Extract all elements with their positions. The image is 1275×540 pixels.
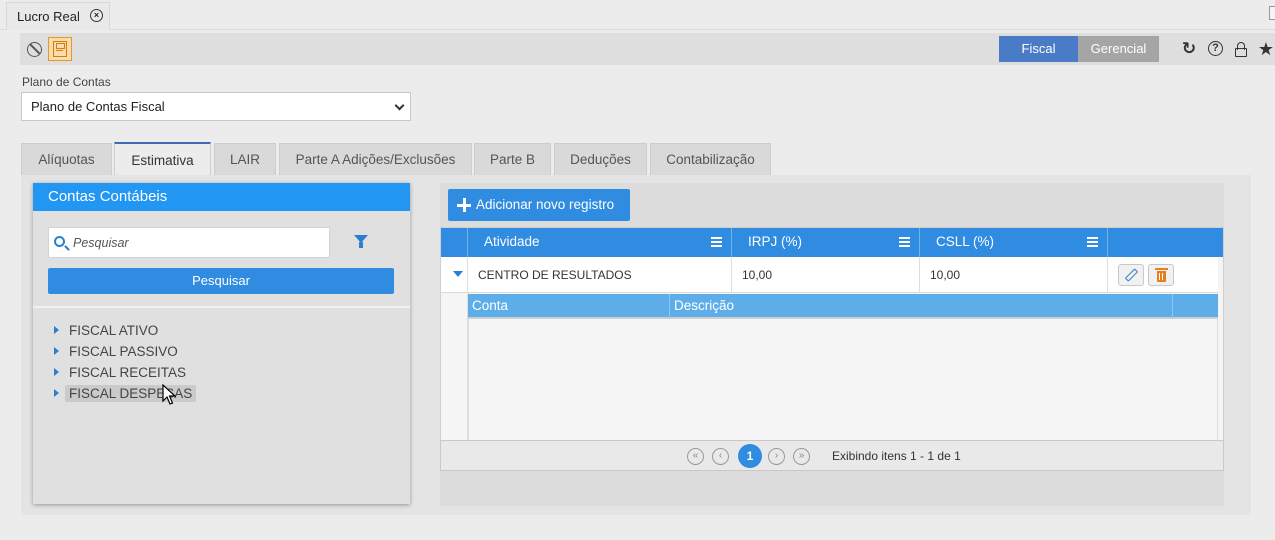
search-box xyxy=(48,227,330,258)
pagination: « ‹ 1 › » Exibindo itens 1 - 1 de 1 xyxy=(440,440,1224,471)
tree-item-fiscal-passivo[interactable]: FISCAL PASSIVO xyxy=(53,341,196,362)
tree-item-label: FISCAL PASSIVO xyxy=(69,344,178,359)
next-page-icon[interactable]: › xyxy=(768,448,785,465)
tab-estimativa[interactable]: Estimativa xyxy=(114,142,211,176)
cell-actions xyxy=(1107,257,1218,293)
tree-item-label: FISCAL DESPESAS xyxy=(65,385,197,402)
current-page-button[interactable]: 1 xyxy=(738,444,762,468)
tab-deducoes[interactable]: Deduções xyxy=(554,143,647,176)
tree-item-label: FISCAL ATIVO xyxy=(69,323,159,338)
fiscal-button[interactable]: Fiscal xyxy=(999,36,1078,62)
plano-selected-value: Plano de Contas Fiscal xyxy=(31,99,165,114)
column-header-detail-actions xyxy=(1172,294,1218,319)
column-header-atividade[interactable]: Atividade xyxy=(467,228,731,257)
help-glyph: ? xyxy=(1208,41,1223,56)
star-icon[interactable]: ★ xyxy=(1257,40,1275,58)
pagination-info: Exibindo itens 1 - 1 de 1 xyxy=(832,449,961,463)
contas-contabeis-title: Contas Contábeis xyxy=(33,183,410,211)
column-header-label: Atividade xyxy=(484,234,540,249)
help-icon[interactable]: ? xyxy=(1207,40,1225,58)
tree-item-label: FISCAL RECEITAS xyxy=(69,365,187,380)
collapse-row-icon[interactable] xyxy=(453,271,463,277)
column-header-label: IRPJ (%) xyxy=(748,234,802,249)
expand-caret-icon[interactable] xyxy=(54,389,59,397)
close-tab-icon[interactable]: × xyxy=(90,9,103,22)
detail-grid-header: Conta Descrição xyxy=(468,294,1218,319)
trash-icon xyxy=(1155,268,1168,282)
prev-page-icon[interactable]: ‹ xyxy=(712,448,729,465)
column-header-irpj[interactable]: IRPJ (%) xyxy=(731,228,919,257)
expand-caret-icon[interactable] xyxy=(54,347,59,355)
refresh-icon[interactable]: ↻ xyxy=(1180,40,1198,58)
column-header-label: CSLL (%) xyxy=(936,234,995,249)
gerencial-button[interactable]: Gerencial xyxy=(1078,36,1159,62)
toolbar: Fiscal Gerencial ↻ ? ★ xyxy=(20,33,1275,65)
document-tab-title: Lucro Real xyxy=(17,9,80,24)
first-page-icon[interactable]: « xyxy=(687,448,704,465)
column-header-csll[interactable]: CSLL (%) xyxy=(919,228,1107,257)
column-header-actions xyxy=(1107,228,1223,257)
records-grid: Atividade IRPJ (%) CSLL (%) CENTRO DE RE… xyxy=(440,227,1224,471)
add-record-button[interactable]: Adicionar novo registro xyxy=(448,189,630,221)
plano-de-contas-label: Plano de Contas xyxy=(22,75,111,89)
document-tab-lucro-real[interactable]: Lucro Real × xyxy=(6,2,110,30)
add-record-label: Adicionar novo registro xyxy=(476,197,615,212)
chevron-down-icon xyxy=(394,100,405,111)
divider xyxy=(467,257,468,441)
cell-irpj: 10,00 xyxy=(731,257,919,293)
search-input[interactable] xyxy=(71,233,321,253)
mouse-cursor-icon xyxy=(162,384,176,405)
delete-button[interactable] xyxy=(1148,264,1174,286)
tree-item-fiscal-ativo[interactable]: FISCAL ATIVO xyxy=(53,320,196,341)
side-panel-handle[interactable] xyxy=(1269,6,1275,20)
tab-parte-a[interactable]: Parte A Adições/Exclusões xyxy=(279,143,472,176)
column-menu-icon[interactable] xyxy=(1087,237,1098,247)
lock-icon[interactable] xyxy=(1232,40,1250,58)
cancel-icon[interactable] xyxy=(22,37,46,61)
contas-contabeis-panel: Contas Contábeis Pesquisar FISCAL ATIVO … xyxy=(33,183,410,504)
cell-csll: 10,00 xyxy=(919,257,1107,293)
detail-grid-body xyxy=(468,319,1218,440)
tab-contabilizacao[interactable]: Contabilização xyxy=(650,143,771,176)
column-menu-icon[interactable] xyxy=(899,237,910,247)
search-icon xyxy=(54,236,65,247)
tab-aliquotas[interactable]: Alíquotas xyxy=(21,143,112,176)
column-header-conta[interactable]: Conta xyxy=(468,294,669,319)
table-row[interactable]: CENTRO DE RESULTADOS 10,00 10,00 xyxy=(441,257,1218,293)
edit-button[interactable] xyxy=(1118,264,1144,286)
pencil-icon xyxy=(1124,268,1139,282)
expand-caret-icon[interactable] xyxy=(54,368,59,376)
expand-caret-icon[interactable] xyxy=(54,326,59,334)
tree-item-fiscal-receitas[interactable]: FISCAL RECEITAS xyxy=(53,362,196,383)
pesquisar-button[interactable]: Pesquisar xyxy=(48,268,394,294)
plano-de-contas-select[interactable]: Plano de Contas Fiscal xyxy=(21,92,411,121)
grid-header: Atividade IRPJ (%) CSLL (%) xyxy=(441,228,1223,257)
cell-atividade: CENTRO DE RESULTADOS xyxy=(467,257,731,293)
column-menu-icon[interactable] xyxy=(711,237,722,247)
tab-lair[interactable]: LAIR xyxy=(214,143,276,176)
divider xyxy=(33,306,410,308)
save-icon[interactable] xyxy=(48,37,72,61)
document-tab-bar: Lucro Real × xyxy=(0,0,1275,30)
column-header-descricao[interactable]: Descrição xyxy=(669,294,1172,319)
filter-icon[interactable] xyxy=(354,235,368,249)
tab-parte-b[interactable]: Parte B xyxy=(474,143,551,176)
last-page-icon[interactable]: » xyxy=(793,448,810,465)
plus-icon xyxy=(457,198,471,212)
